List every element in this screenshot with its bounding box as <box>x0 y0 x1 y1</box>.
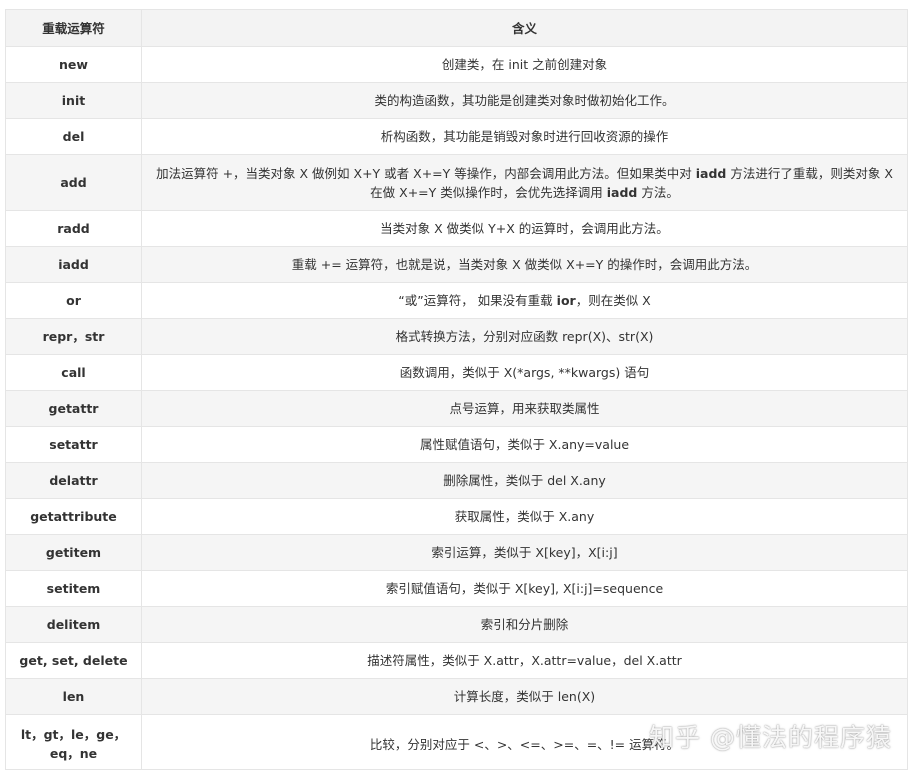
operator-cell: get, set, delete <box>5 642 142 679</box>
table-row: del 析构函数，其功能是销毁对象时进行回收资源的操作 <box>5 118 908 155</box>
header-meaning: 含义 <box>141 9 908 47</box>
operator-cell: call <box>5 354 142 391</box>
meaning-text: 方法。 <box>637 184 679 200</box>
table-row: add 加法运算符 +，当类对象 X 做例如 X+Y 或者 X+=Y 等操作，内… <box>5 154 908 211</box>
meaning-cell: 函数调用，类似于 X(*args, **kwargs) 语句 <box>141 354 908 391</box>
meaning-cell: 计算长度，类似于 len(X) <box>141 678 908 715</box>
operator-cell: del <box>5 118 142 155</box>
table-row: len 计算长度，类似于 len(X) <box>5 678 908 715</box>
meaning-bold-text: ior <box>556 293 576 308</box>
operator-text: eq，ne <box>49 746 98 761</box>
meaning-cell: 索引赋值语句，类似于 X[key], X[i:j]=sequence <box>141 570 908 607</box>
operator-cell: getitem <box>5 534 142 571</box>
meaning-cell: 获取属性，类似于 X.any <box>141 498 908 535</box>
meaning-cell: “或”运算符， 如果没有重载 ior，则在类似 X <box>141 282 908 319</box>
operator-cell: delattr <box>5 462 142 499</box>
meaning-cell: 索引和分片删除 <box>141 606 908 643</box>
meaning-bold-text: iadd <box>606 184 638 200</box>
meaning-cell: 类的构造函数，其功能是创建类对象时做初始化工作。 <box>141 82 908 119</box>
operator-cell: setitem <box>5 570 142 607</box>
meaning-cell: 描述符属性，类似于 X.attr，X.attr=value，del X.attr <box>141 642 908 679</box>
operator-cell: radd <box>5 210 142 247</box>
table-row: setattr 属性赋值语句，类似于 X.any=value <box>5 426 908 463</box>
table-row: delattr 删除属性，类似于 del X.any <box>5 462 908 499</box>
meaning-text: ，则在类似 X <box>575 293 651 308</box>
table-row: or “或”运算符， 如果没有重载 ior，则在类似 X <box>5 282 908 319</box>
table-row: repr，str 格式转换方法，分别对应函数 repr(X)、str(X) <box>5 318 908 355</box>
table-row: setitem 索引赋值语句，类似于 X[key], X[i:j]=sequen… <box>5 570 908 607</box>
operator-cell: delitem <box>5 606 142 643</box>
table-header-row: 重载运算符 含义 <box>5 9 908 47</box>
zhihu-watermark: 知乎 @懂法的程序猿 <box>649 723 892 752</box>
operator-cell: add <box>5 154 142 211</box>
meaning-cell: 格式转换方法，分别对应函数 repr(X)、str(X) <box>141 318 908 355</box>
table-row: call 函数调用，类似于 X(*args, **kwargs) 语句 <box>5 354 908 391</box>
table-row: get, set, delete 描述符属性，类似于 X.attr，X.attr… <box>5 642 908 679</box>
operator-cell: init <box>5 82 142 119</box>
table-row: new 创建类，在 init 之前创建对象 <box>5 46 908 83</box>
operator-cell: len <box>5 678 142 715</box>
meaning-cell: 索引运算，类似于 X[key]，X[i:j] <box>141 534 908 571</box>
table-row: iadd 重载 += 运算符，也就是说，当类对象 X 做类似 X+=Y 的操作时… <box>5 246 908 283</box>
meaning-bold-text: iadd <box>695 165 727 181</box>
operator-cell: or <box>5 282 142 319</box>
operator-cell: getattr <box>5 390 142 427</box>
meaning-text: “或”运算符， 如果没有重载 <box>398 293 557 308</box>
table-row: init 类的构造函数，其功能是创建类对象时做初始化工作。 <box>5 82 908 119</box>
meaning-cell: 属性赋值语句，类似于 X.any=value <box>141 426 908 463</box>
table-row: getattr 点号运算，用来获取类属性 <box>5 390 908 427</box>
operator-cell: setattr <box>5 426 142 463</box>
header-operator: 重载运算符 <box>5 9 142 47</box>
table-row: delitem 索引和分片删除 <box>5 606 908 643</box>
operator-table: 重载运算符 含义 new 创建类，在 init 之前创建对象 init 类的构造… <box>5 9 908 770</box>
table-row: getattribute 获取属性，类似于 X.any <box>5 498 908 535</box>
meaning-cell: 析构函数，其功能是销毁对象时进行回收资源的操作 <box>141 118 908 155</box>
table-row: radd 当类对象 X 做类似 Y+X 的运算时，会调用此方法。 <box>5 210 908 247</box>
operator-cell: getattribute <box>5 498 142 535</box>
operator-text: lt，gt，le，ge， <box>20 727 127 742</box>
operator-table-container: 重载运算符 含义 new 创建类，在 init 之前创建对象 init 类的构造… <box>5 9 908 770</box>
meaning-cell: 加法运算符 +，当类对象 X 做例如 X+Y 或者 X+=Y 等操作，内部会调用… <box>141 154 908 211</box>
operator-cell: iadd <box>5 246 142 283</box>
operator-cell: repr，str <box>5 318 142 355</box>
operator-cell: new <box>5 46 142 83</box>
meaning-cell: 删除属性，类似于 del X.any <box>141 462 908 499</box>
meaning-cell: 点号运算，用来获取类属性 <box>141 390 908 427</box>
meaning-cell: 重载 += 运算符，也就是说，当类对象 X 做类似 X+=Y 的操作时，会调用此… <box>141 246 908 283</box>
meaning-text: 加法运算符 +，当类对象 X 做例如 X+Y 或者 X+=Y 等操作，内部会调用… <box>156 165 696 181</box>
meaning-cell: 创建类，在 init 之前创建对象 <box>141 46 908 83</box>
table-row: getitem 索引运算，类似于 X[key]，X[i:j] <box>5 534 908 571</box>
operator-cell: lt，gt，le，ge， eq，ne <box>5 714 142 770</box>
meaning-cell: 当类对象 X 做类似 Y+X 的运算时，会调用此方法。 <box>141 210 908 247</box>
